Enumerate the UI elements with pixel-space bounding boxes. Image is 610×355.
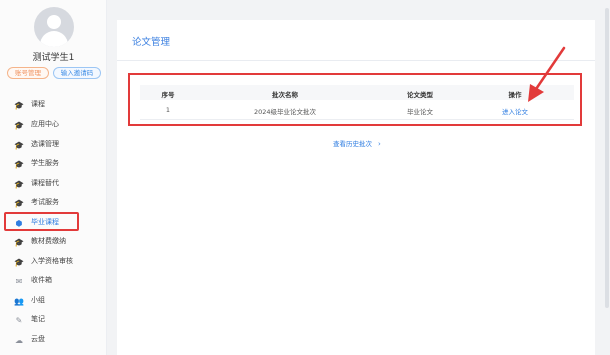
history-link-label: 查看历史批次 — [333, 140, 372, 148]
sidebar-item-label: 收件箱 — [31, 276, 52, 284]
sidebar-item-admission-review[interactable]: 🎓 入学资格审核 — [0, 253, 107, 271]
pen-icon: ✎ — [15, 315, 23, 325]
chevron-right-icon: › — [378, 140, 381, 148]
graduation-cap-icon: 🎓 — [14, 140, 24, 150]
sidebar-item-label: 入学资格审核 — [31, 257, 73, 265]
table-header: 序号 批次名称 论文类型 操作 — [140, 85, 574, 100]
user-name: 测试学生1 — [32, 53, 75, 63]
sidebar: 测试学生1 账号管理 输入邀请码 🎓 课程 🎓 应用中心 🎓 选课管理 🎓 学生… — [0, 0, 107, 355]
cell-batch-name: 2024级毕业论文批次 — [253, 108, 317, 116]
group-icon: 👥 — [14, 296, 24, 306]
sidebar-item-label: 课程替代 — [31, 179, 59, 187]
sidebar-item-cloud-drive[interactable]: ☁ 云盘 — [0, 331, 107, 349]
sidebar-item-notes[interactable]: ✎ 笔记 — [0, 311, 107, 329]
avatar-body-shape — [40, 31, 68, 47]
sidebar-item-label: 学生服务 — [31, 159, 59, 167]
graduation-cap-icon: 🎓 — [14, 198, 24, 208]
sidebar-item-label: 小组 — [31, 296, 45, 304]
sidebar-item-app-center[interactable]: 🎓 应用中心 — [0, 116, 107, 134]
sidebar-item-label: 笔记 — [31, 315, 45, 323]
sidebar-item-inbox[interactable]: ✉ 收件箱 — [0, 272, 107, 290]
sidebar-item-label: 考试服务 — [31, 198, 59, 206]
sidebar-item-course-substitution[interactable]: 🎓 课程替代 — [0, 175, 107, 193]
sidebar-item-label: 应用中心 — [31, 120, 59, 128]
sidebar-item-exam-services[interactable]: 🎓 考试服务 — [0, 194, 107, 212]
sidebar-item-course[interactable]: 🎓 课程 — [0, 96, 107, 114]
page-scrollbar[interactable] — [604, 0, 610, 355]
enter-invite-code-button[interactable]: 输入邀请码 — [53, 67, 101, 79]
row-divider — [140, 119, 574, 120]
avatar[interactable] — [34, 7, 74, 47]
sidebar-item-label: 云盘 — [31, 335, 45, 343]
red-pointer-arrow-icon — [528, 46, 566, 102]
graduation-cap-icon: 🎓 — [14, 159, 24, 169]
graduation-cap-icon: 🎓 — [14, 179, 24, 189]
cell-index: 1 — [165, 106, 171, 114]
sidebar-item-label: 教材费缴纳 — [31, 237, 66, 245]
graduation-course-highlight-box — [4, 212, 79, 231]
mail-icon: ✉ — [15, 276, 23, 286]
graduation-cap-icon: 🎓 — [14, 237, 24, 247]
sidebar-item-group[interactable]: 👥 小组 — [0, 292, 107, 310]
sidebar-item-label: 课程 — [31, 100, 45, 108]
column-header-thesis-type: 论文类型 — [407, 91, 433, 99]
avatar-head-shape — [47, 15, 61, 29]
page-title: 论文管理 — [132, 37, 171, 48]
enter-thesis-link[interactable]: 进入论文 — [502, 106, 528, 116]
cell-thesis-type: 毕业论文 — [407, 108, 433, 116]
graduation-cap-icon: 🎓 — [14, 100, 24, 110]
cloud-icon: ☁ — [15, 335, 23, 345]
account-management-button[interactable]: 账号管理 — [7, 67, 49, 79]
sidebar-item-course-selection[interactable]: 🎓 选课管理 — [0, 136, 107, 154]
graduation-cap-icon: 🎓 — [14, 257, 24, 267]
thesis-table-highlight-box: 序号 批次名称 论文类型 操作 1 2024级毕业论文批次 毕业论文 进入论文 — [128, 73, 582, 126]
graduation-cap-icon: 🎓 — [14, 120, 24, 130]
sidebar-item-textbook-fee[interactable]: 🎓 教材费缴纳 — [0, 233, 107, 251]
sidebar-item-student-services[interactable]: 🎓 学生服务 — [0, 155, 107, 173]
column-header-batch-name: 批次名称 — [272, 91, 298, 99]
column-header-index: 序号 — [161, 91, 175, 99]
view-history-batches-link[interactable]: 查看历史批次 › — [333, 138, 381, 148]
sidebar-item-label: 选课管理 — [31, 140, 59, 148]
table-row: 1 2024级毕业论文批次 毕业论文 进入论文 — [140, 102, 574, 118]
scrollbar-thumb[interactable] — [605, 8, 609, 308]
